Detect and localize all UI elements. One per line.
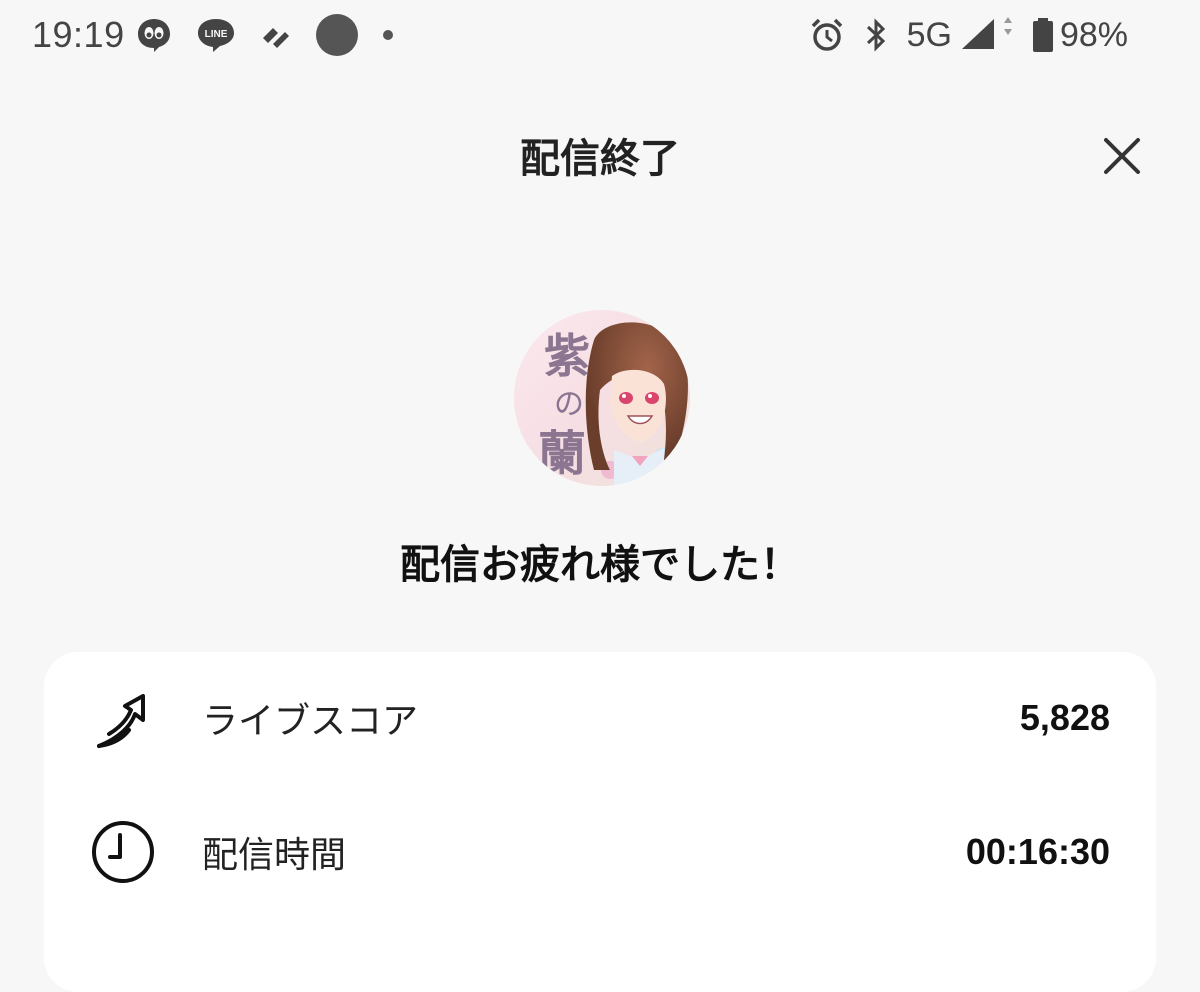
alarm-icon [809,17,845,53]
status-right: 5G 98% [809,10,1128,60]
greeting-message: 配信お疲れ様でした！ [400,542,800,588]
close-icon [1104,138,1140,174]
avatar: 紫 の 蘭 [514,310,690,486]
stat-row-broadcast-time: 配信時間 00:16:30 [44,802,1156,902]
stat-label: ライブスコア [202,701,419,742]
avatar-title-char-3: 蘭 [538,426,586,482]
avatar-title-char-1: 紫 [544,329,590,383]
status-bar: 19:19 LINE 5G 98% [0,0,1200,70]
stat-row-live-score: ライブスコア 5,828 [44,668,1156,768]
stat-value: 5,828 [1019,697,1110,738]
network-type: 5G [906,15,952,54]
circle-app-icon [315,13,359,57]
stat-value: 00:16:30 [965,831,1110,872]
status-time: 19:19 [32,14,125,55]
avatar-image: 紫 の 蘭 [514,310,690,486]
page-title: 配信終了 [520,136,680,182]
stats-card: ライブスコア 5,828 配信時間 00:16:30 [44,652,1156,992]
avatar-title-char-2: の [554,387,584,422]
close-button[interactable] [1100,134,1144,178]
line-badge-text: LINE [204,29,227,40]
battery-icon [1032,18,1054,52]
signal-icon [960,17,1018,53]
bluetooth-icon [863,18,889,52]
more-dot-icon [381,28,395,42]
app-icon [259,20,293,50]
live-score-icon [88,683,158,753]
battery-percent: 98% [1059,15,1128,54]
clock-icon [88,817,158,887]
status-left: 19:19 LINE [32,10,417,60]
line-app-icon: LINE [195,16,237,54]
stat-label: 配信時間 [202,835,347,876]
eyes-app-icon [135,16,173,54]
